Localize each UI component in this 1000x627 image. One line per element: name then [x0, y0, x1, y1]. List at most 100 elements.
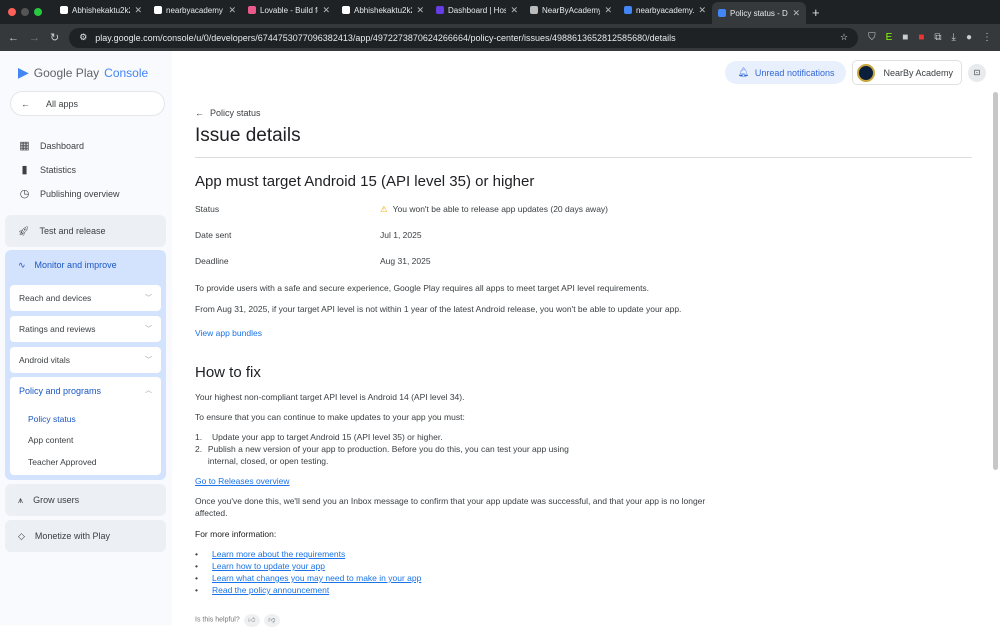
breadcrumb[interactable]: ← Policy status — [195, 108, 261, 118]
requirements-link[interactable]: Learn more about the requirements — [212, 548, 345, 560]
favicon-icon — [248, 6, 256, 14]
account-selector[interactable]: NearBy Academy — [852, 60, 962, 85]
browser-tab[interactable]: Policy status - Deta... ✕ — [712, 2, 806, 24]
browser-tab[interactable]: nearbyacademy – O... ✕ — [148, 0, 242, 20]
extension-icon[interactable]: ■ — [902, 32, 908, 43]
puzzle-icon[interactable]: ⧉ — [934, 32, 941, 43]
changes-link[interactable]: Learn what changes you may need to make … — [212, 572, 421, 584]
label: Reach and devices — [19, 293, 92, 303]
all-apps-button[interactable]: ← All apps — [10, 91, 165, 116]
favicon-icon — [154, 6, 162, 14]
url-bar[interactable]: ⚙ play.google.com/console/u/0/developers/… — [69, 27, 859, 48]
releases-overview-link[interactable]: Go to Releases overview — [195, 476, 290, 486]
extensions: ⛉ E ■ ■ ⧉ ⤓ ● ⋮ — [868, 32, 992, 43]
window-controls — [8, 8, 42, 16]
pdf-extension-icon[interactable]: ■ — [918, 32, 924, 43]
close-tab-icon[interactable]: ✕ — [604, 5, 612, 16]
site-info-icon[interactable]: ⚙ — [79, 32, 87, 43]
back-icon[interactable]: ← — [8, 32, 19, 44]
browser-tab[interactable]: Lovable - Build for t... ✕ — [242, 0, 336, 20]
close-tab-icon[interactable]: ✕ — [792, 8, 800, 19]
download-icon[interactable]: ⤓ — [952, 32, 956, 43]
close-tab-icon[interactable]: ✕ — [228, 5, 236, 16]
sidebar-item-publishing-overview[interactable]: ◷ Publishing overview — [18, 187, 120, 200]
browser-tab[interactable]: NearByAcademy – D...✕ — [524, 0, 618, 20]
divider — [195, 157, 972, 158]
fix-steps: 1. Update your app to target Android 15 (… — [195, 431, 575, 467]
maximize-window-button[interactable] — [34, 8, 42, 16]
browser-tab[interactable]: Dashboard | Hosting...✕ — [430, 0, 524, 20]
label: Grow users — [33, 495, 80, 505]
logo-accent: Console — [104, 65, 149, 80]
browser-tab[interactable]: Abhishekaktu2k23/... ✕ — [54, 0, 148, 20]
play-console-logo[interactable]: ▶ Google Play Console — [18, 64, 148, 81]
policy-and-programs-group: Policy and programs ︿ Policy status App c… — [10, 377, 161, 475]
sidebar-item-dashboard[interactable]: ▦ Dashboard — [18, 139, 84, 152]
shield-extension-icon[interactable]: ⛉ — [868, 32, 876, 43]
e-extension-icon[interactable]: E — [886, 32, 893, 43]
tab-title: Abhishekaktu2k23/... — [354, 5, 412, 15]
forward-icon[interactable]: → — [29, 32, 40, 44]
notifications-label: Unread notifications — [754, 67, 835, 78]
sidebar-item-reach-and-devices[interactable]: Reach and devices ﹀ — [10, 285, 161, 311]
update-app-link[interactable]: Learn how to update your app — [212, 560, 325, 572]
status-row: Status ⚠ You won't be able to release app … — [195, 204, 608, 215]
list-item: 1. Update your app to target Android 15 (… — [195, 432, 443, 442]
menu-icon[interactable]: ⋮ — [982, 32, 992, 43]
thumbs-down-icon[interactable]: 👎︎ — [263, 614, 280, 627]
confirmation-text: Once you've done this, we'll send you an… — [195, 496, 706, 518]
sidebar-item-grow-users[interactable]: ⩚ Grow users — [5, 484, 166, 516]
issue-title: App must target Android 15 (API level 35… — [195, 173, 535, 190]
reload-icon[interactable]: ↻ — [50, 31, 59, 44]
browser-tab[interactable]: Abhishekaktu2k23/... ✕ — [336, 0, 430, 20]
policy-announcement-link[interactable]: Read the policy announcement — [212, 584, 329, 596]
label: Monetize with Play — [34, 531, 110, 541]
tab-title: Lovable - Build for t... — [260, 5, 318, 15]
label: Ratings and reviews — [19, 324, 96, 334]
grow-icon: ⩚ — [18, 494, 24, 505]
close-window-button[interactable] — [8, 8, 16, 16]
label: Statistics — [40, 164, 77, 175]
minimize-window-button[interactable] — [21, 8, 29, 16]
url-text[interactable]: play.google.com/console/u/0/developers/6… — [95, 33, 675, 43]
sidebar-item-ratings-and-reviews[interactable]: Ratings and reviews ﹀ — [10, 316, 161, 342]
close-tab-icon[interactable]: ✕ — [322, 5, 330, 16]
bookmark-star-icon[interactable]: ☆ — [840, 32, 848, 43]
ensure-text: To ensure that you can continue to make … — [195, 412, 465, 422]
sidebar-item-android-vitals[interactable]: Android vitals ﹀ — [10, 347, 161, 373]
new-tab-button[interactable]: + — [812, 5, 820, 20]
deadline-value: Aug 31, 2025 — [380, 256, 431, 266]
tab-title: nearbyacademy – O... — [166, 5, 224, 15]
sidebar-item-monetize[interactable]: ◇ Monetize with Play — [5, 520, 166, 552]
header-actions: 🔔︎ Unread notifications NearBy Academy ⊡ — [725, 60, 986, 85]
profile-avatar[interactable]: ● — [966, 32, 972, 43]
view-app-bundles-link[interactable]: View app bundles — [195, 328, 262, 338]
sidebar-item-monitor-and-improve[interactable]: ∿ Monitor and improve — [18, 260, 117, 271]
sidebar-item-policy-and-programs[interactable]: Policy and programs — [19, 386, 101, 396]
date-sent-row: Date sent Jul 1, 2025 — [195, 230, 422, 240]
list-item: • Learn more about the requirements — [195, 548, 346, 560]
sidebar-item-statistics[interactable]: ▮ Statistics — [18, 163, 76, 176]
chevron-up-icon[interactable]: ︿ — [145, 385, 152, 395]
bell-icon: 🔔︎ — [737, 67, 749, 77]
monitor-icon: ∿ — [18, 260, 26, 270]
sidebar-item-test-and-release[interactable]: 🚀︎ Test and release — [5, 215, 166, 247]
feedback-icon[interactable]: ⊡ — [968, 63, 986, 82]
notifications-button[interactable]: 🔔︎ Unread notifications — [725, 61, 847, 84]
close-tab-icon[interactable]: ✕ — [134, 5, 142, 16]
thumbs-up-icon[interactable]: 👍︎ — [243, 614, 260, 627]
breadcrumb-policy-status[interactable]: Policy status — [210, 108, 261, 118]
browser-tab[interactable]: nearbyacademy.com✕ — [618, 0, 712, 20]
favicon-icon — [60, 6, 68, 14]
sidebar-item-teacher-approved[interactable]: Teacher Approved — [28, 457, 97, 467]
chevron-down-icon: ﹀ — [145, 295, 152, 302]
close-tab-icon[interactable]: ✕ — [698, 5, 706, 16]
sidebar: ▶ Google Play Console ← All apps ▦ Dashboard… — [0, 51, 172, 625]
close-tab-icon[interactable]: ✕ — [510, 5, 518, 16]
page-title: Issue details — [195, 125, 301, 146]
scrollbar[interactable] — [993, 92, 998, 470]
close-tab-icon[interactable]: ✕ — [416, 5, 424, 16]
sidebar-item-policy-status[interactable]: Policy status — [28, 414, 76, 424]
favicon-icon — [624, 6, 632, 14]
sidebar-item-app-content[interactable]: App content — [28, 435, 73, 445]
